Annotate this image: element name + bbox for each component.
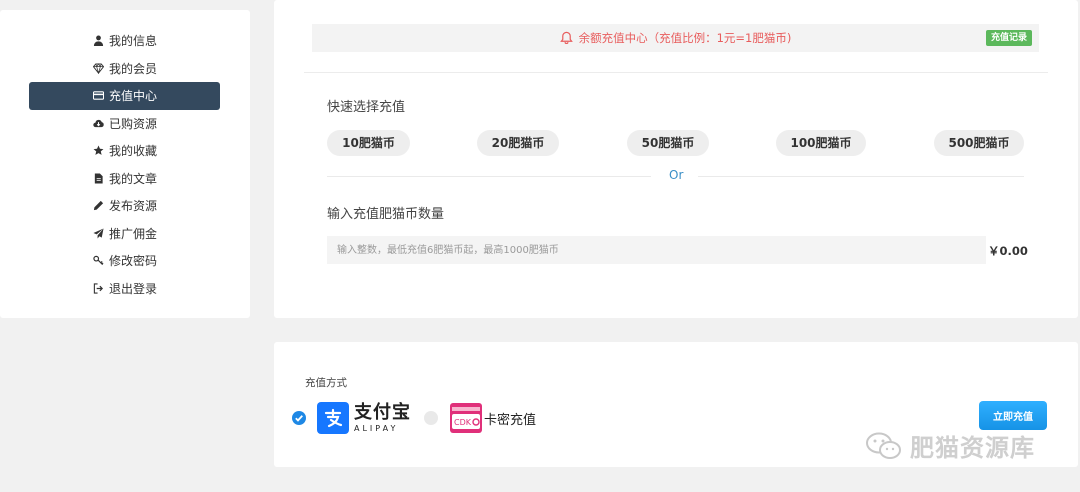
sidebar-item-recharge-center[interactable]: 充值中心 (29, 82, 220, 110)
notice-text: 余额充值中心（充值比例：1元=1肥猫币) (578, 31, 792, 45)
file-icon (92, 171, 106, 185)
sidebar-item-label: 我的信息 (108, 34, 157, 49)
user-sidebar: 我的信息 我的会员 充值中心 已购资源 我的收藏 我的文章 发布资源 推广佣金 … (0, 10, 250, 318)
sidebar-item-label: 发布资源 (108, 199, 157, 214)
pencil-icon (92, 199, 106, 213)
amount-option-100[interactable]: 100肥猫币 (776, 130, 866, 156)
alipay-sub-label: ALIPAY (354, 423, 399, 433)
sign-out-icon (92, 281, 106, 295)
cdk-logo-text: CDK (454, 418, 472, 427)
sidebar-item-change-password[interactable]: 修改密码 (29, 247, 220, 275)
user-menu: 我的信息 我的会员 充值中心 已购资源 我的收藏 我的文章 发布资源 推广佣金 … (29, 27, 220, 302)
amount-option-500[interactable]: 500肥猫币 (934, 130, 1024, 156)
watermark: 肥猫资源库 (864, 428, 1035, 463)
sidebar-item-label: 充值中心 (108, 89, 157, 104)
sidebar-item-my-articles[interactable]: 我的文章 (29, 165, 220, 193)
sidebar-item-label: 我的收藏 (108, 144, 157, 159)
sidebar-item-label: 我的会员 (108, 61, 157, 76)
section-divider (304, 72, 1048, 73)
sidebar-item-publish[interactable]: 发布资源 (29, 192, 220, 220)
amount-option-50[interactable]: 50肥猫币 (627, 130, 709, 156)
wechat-icon (866, 432, 901, 459)
sidebar-item-label: 退出登录 (108, 281, 157, 296)
sidebar-item-logout[interactable]: 退出登录 (29, 275, 220, 303)
watermark-text: 肥猫资源库 (910, 434, 1035, 462)
paper-plane-icon (92, 226, 106, 240)
sidebar-item-commission[interactable]: 推广佣金 (29, 220, 220, 248)
price-display: ￥0.00 (988, 244, 1028, 258)
cloud-download-icon (92, 116, 106, 130)
amount-option-10[interactable]: 10肥猫币 (327, 130, 410, 156)
diamond-icon (92, 61, 106, 75)
quick-select-title: 快速选择充值 (327, 100, 406, 115)
sidebar-item-favorites[interactable]: 我的收藏 (29, 137, 220, 165)
cdk-label: 卡密充值 (484, 412, 537, 428)
alipay-radio[interactable] (292, 411, 306, 425)
custom-amount-input[interactable] (327, 236, 986, 264)
custom-amount-title: 输入充值肥猫币数量 (327, 207, 445, 222)
alipay-option[interactable]: 支付宝 ALIPAY (317, 402, 411, 434)
amount-option-20[interactable]: 20肥猫币 (477, 130, 559, 156)
cdk-option[interactable]: CDK 卡密充值 (449, 402, 536, 434)
sidebar-item-purchased[interactable]: 已购资源 (29, 110, 220, 138)
or-divider-right (698, 176, 1024, 177)
sidebar-item-label: 修改密码 (108, 254, 157, 269)
sidebar-item-my-info[interactable]: 我的信息 (29, 27, 220, 55)
recharge-notice: 余额充值中心（充值比例：1元=1肥猫币) 充值记录 (312, 24, 1039, 52)
recharge-panel: 余额充值中心（充值比例：1元=1肥猫币) 充值记录 快速选择充值 10肥猫币 2… (274, 0, 1078, 318)
or-separator: Or (669, 168, 684, 182)
submit-recharge-button[interactable]: 立即充值 (979, 401, 1047, 430)
sidebar-item-label: 推广佣金 (108, 226, 157, 241)
or-divider-left (327, 176, 651, 177)
star-icon (92, 144, 106, 158)
credit-card-icon (92, 89, 106, 103)
sidebar-item-label: 我的文章 (108, 171, 157, 186)
cdk-radio[interactable] (424, 411, 438, 425)
sidebar-item-label: 已购资源 (108, 116, 157, 131)
alipay-icon (317, 402, 349, 434)
cdk-icon: CDK (449, 402, 483, 434)
bell-icon (559, 31, 574, 45)
key-icon (92, 254, 106, 268)
sidebar-item-my-membership[interactable]: 我的会员 (29, 55, 220, 83)
alipay-label: 支付宝 (354, 401, 411, 423)
user-icon (92, 34, 106, 48)
payment-method-title: 充值方式 (305, 377, 347, 389)
recharge-record-button[interactable]: 充值记录 (985, 30, 1032, 46)
